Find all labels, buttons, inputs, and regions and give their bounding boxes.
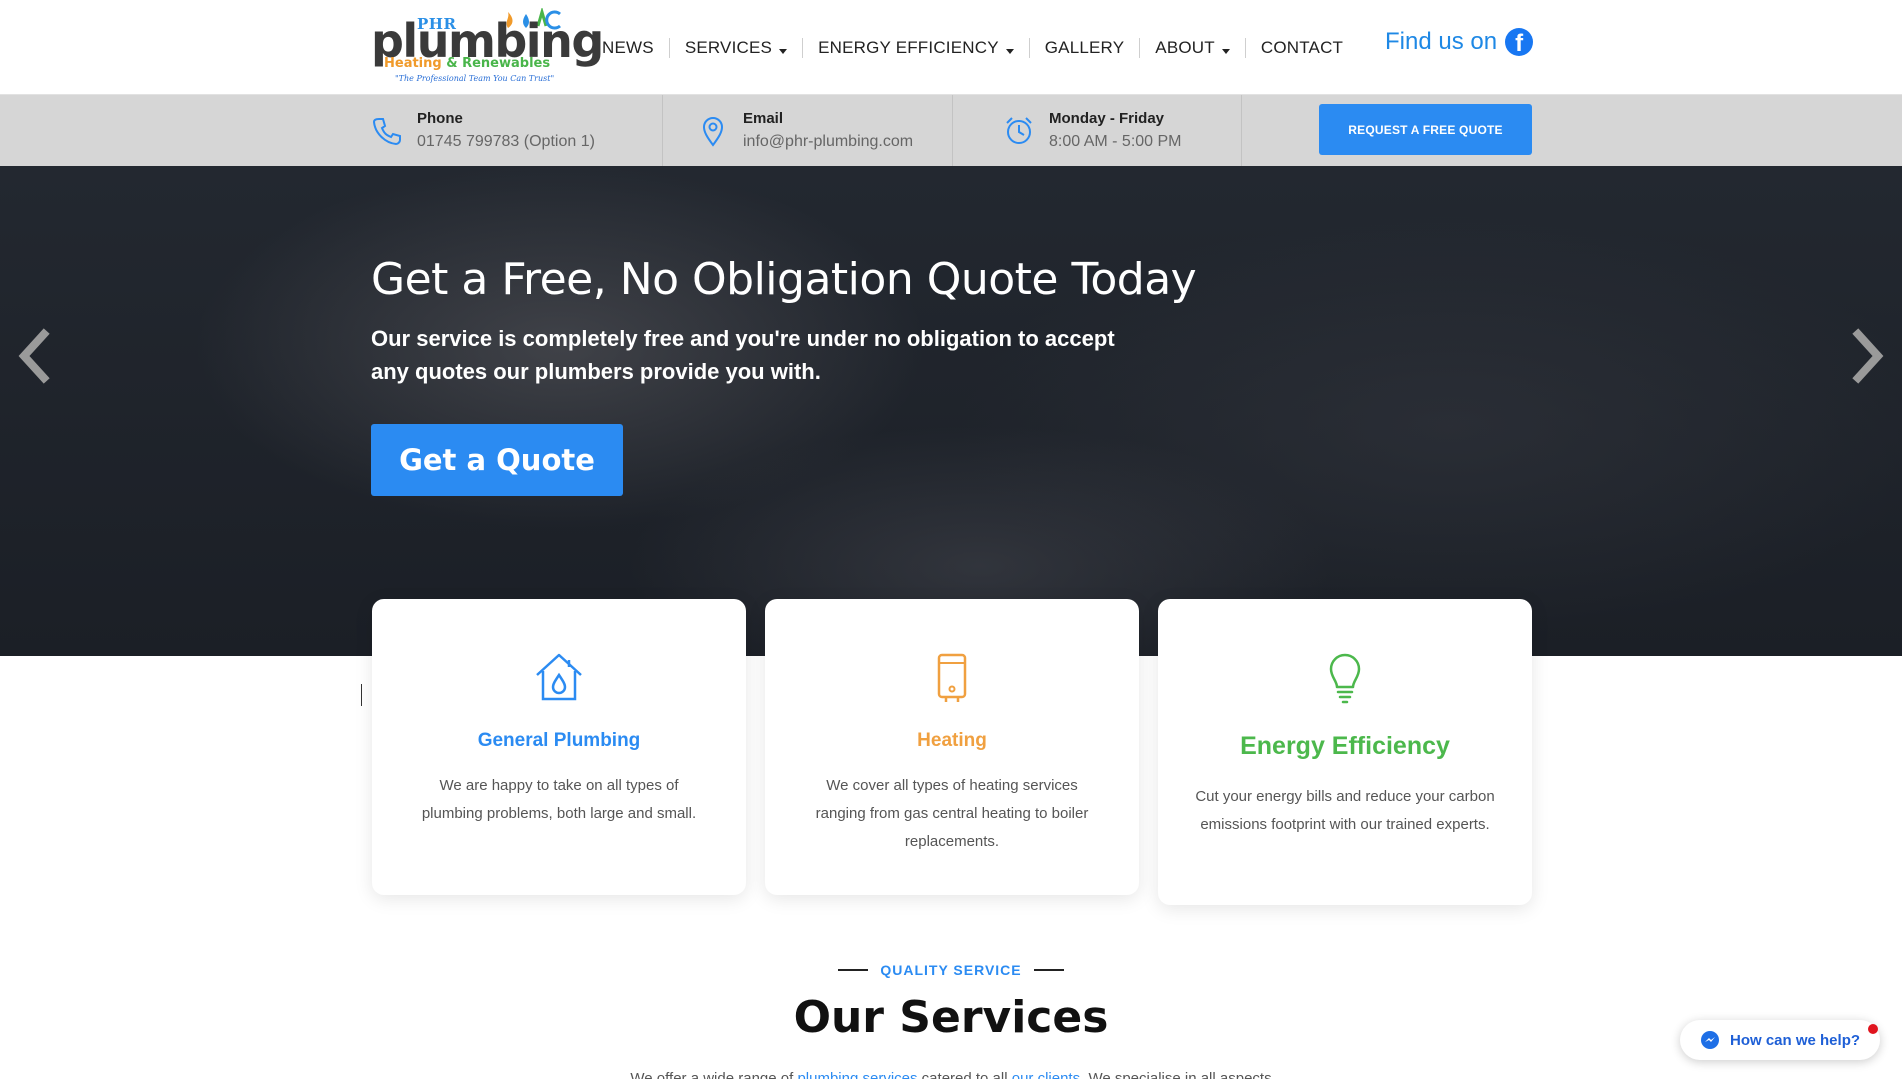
card-title: General Plumbing <box>477 730 641 751</box>
logo-tagline: "The Professional Team You Can Trust" <box>395 74 555 83</box>
notification-dot <box>1868 1024 1878 1034</box>
main-nav: NEWS SERVICES ENERGY EFFICIENCY GALLERY … <box>590 0 1358 95</box>
info-phone[interactable]: Phone 01745 799783 (Option 1) <box>371 95 595 166</box>
card-heating[interactable]: Heating We cover all types of heating se… <box>765 599 1139 895</box>
chevron-down-icon <box>779 49 788 54</box>
hero-background <box>0 166 1902 656</box>
card-title: Heating <box>917 730 987 751</box>
boiler-icon <box>937 653 967 702</box>
site-logo[interactable]: PHR plumbing Heating & Renewables "The P… <box>371 8 604 88</box>
card-energy-efficiency[interactable]: Energy Efficiency Cut your energy bills … <box>1158 599 1532 905</box>
services-eyebrow-label: QUALITY SERVICE <box>880 962 1022 978</box>
chat-widget-button[interactable]: How can we help? <box>1680 1020 1880 1060</box>
plumbing-services-link[interactable]: plumbing services <box>797 1070 917 1079</box>
services-eyebrow: QUALITY SERVICE <box>0 962 1902 978</box>
nav-news[interactable]: NEWS <box>590 37 670 58</box>
find-us-label: Find us on <box>1385 28 1498 55</box>
chat-label: How can we help? <box>1730 1031 1861 1049</box>
divider <box>1241 95 1242 166</box>
chevron-right-icon <box>1852 328 1884 384</box>
messenger-icon <box>1701 1031 1719 1049</box>
nav-about[interactable]: ABOUT <box>1140 37 1246 58</box>
card-description: Cut your energy bills and reduce your ca… <box>1195 788 1495 833</box>
chevron-down-icon <box>1221 49 1230 54</box>
nav-gallery[interactable]: GALLERY <box>1030 37 1141 58</box>
house-drop-icon <box>536 653 582 701</box>
hours-value: 8:00 AM - 5:00 PM <box>1049 133 1182 150</box>
info-hours: Monday - Friday 8:00 AM - 5:00 PM <box>1003 95 1182 166</box>
nav-services[interactable]: SERVICES <box>670 37 804 58</box>
map-pin-icon <box>702 116 724 147</box>
text-cursor <box>361 684 362 706</box>
divider <box>952 95 953 166</box>
slider-prev-arrow[interactable] <box>14 328 54 384</box>
logo-subtitle: Heating & Renewables <box>384 56 551 71</box>
email-value: info@phr-plumbing.com <box>743 133 914 150</box>
info-email[interactable]: Email info@phr-plumbing.com <box>697 95 913 166</box>
phone-value: 01745 799783 (Option 1) <box>417 133 595 150</box>
hero-subtitle: Our service is completely free and you'r… <box>371 326 1115 384</box>
nav-energy-efficiency[interactable]: ENERGY EFFICIENCY <box>803 37 1030 58</box>
alarm-clock-icon <box>1006 116 1032 144</box>
phone-icon <box>372 117 401 145</box>
card-title: Energy Efficiency <box>1240 732 1450 760</box>
services-heading: Our Services <box>793 992 1109 1043</box>
slider-next-arrow[interactable] <box>1848 328 1888 384</box>
request-free-quote-button[interactable]: REQUEST A FREE QUOTE <box>1319 104 1532 155</box>
chevron-left-icon <box>18 328 50 384</box>
lightbulb-icon <box>1329 653 1361 704</box>
hours-title: Monday - Friday <box>1049 110 1165 127</box>
site-header: PHR plumbing Heating & Renewables "The P… <box>0 0 1902 95</box>
divider <box>1033 969 1064 971</box>
email-title: Email <box>743 110 784 127</box>
our-clients-link[interactable]: our clients <box>1012 1070 1080 1079</box>
card-description: We are happy to take on all types of plu… <box>421 777 697 822</box>
contact-info-bar: Phone 01745 799783 (Option 1) Email info… <box>0 95 1902 166</box>
phone-title: Phone <box>417 110 463 127</box>
hero-title: Get a Free, No Obligation Quote Today <box>371 254 1197 305</box>
nav-contact[interactable]: CONTACT <box>1246 38 1358 58</box>
hero-slider: Get a Free, No Obligation Quote Today Ou… <box>0 166 1902 656</box>
card-general-plumbing[interactable]: General Plumbing We are happy to take on… <box>372 599 746 895</box>
get-a-quote-button[interactable]: Get a Quote <box>371 424 623 496</box>
services-intro: We offer a wide range of plumbing servic… <box>0 1070 1902 1079</box>
divider <box>662 95 663 166</box>
facebook-icon: f <box>1505 28 1534 56</box>
divider <box>838 969 869 971</box>
chevron-down-icon <box>1005 49 1014 54</box>
card-description: We cover all types of heating services r… <box>815 777 1089 850</box>
find-us-facebook-link[interactable]: Find us on f <box>1385 28 1534 56</box>
